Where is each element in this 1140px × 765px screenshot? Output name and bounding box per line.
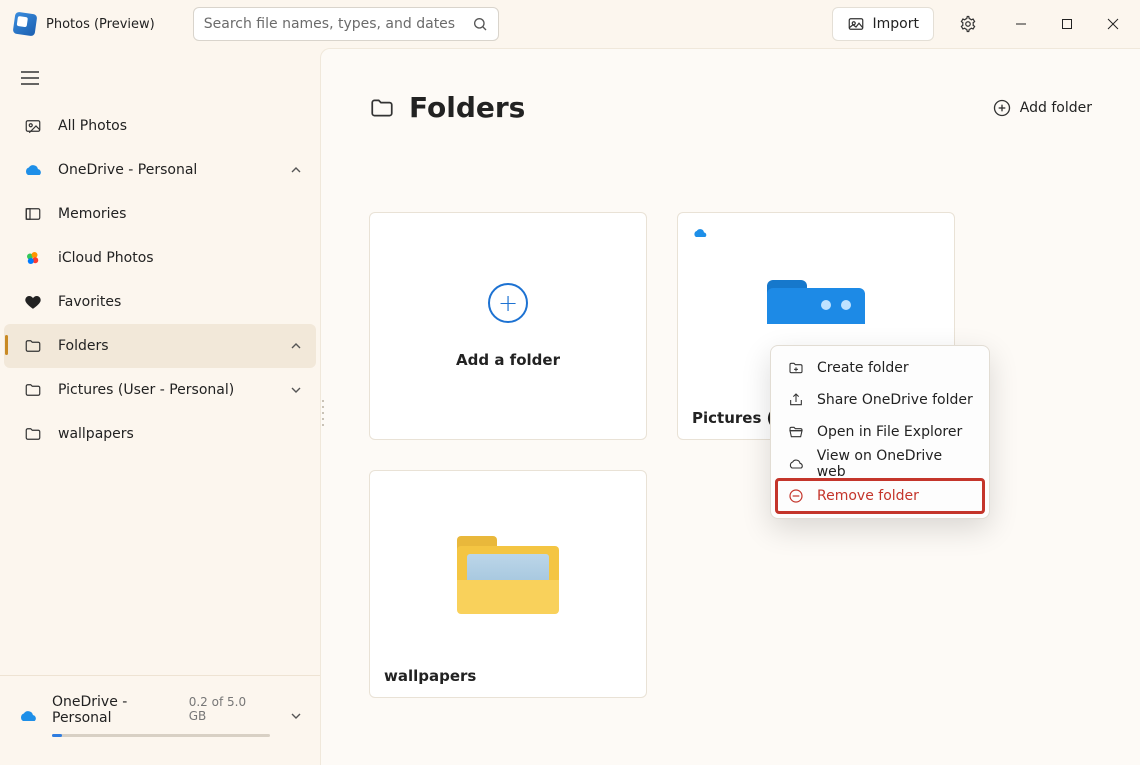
heart-icon (24, 293, 42, 311)
gear-icon (959, 15, 977, 33)
folder-graphic (457, 536, 559, 614)
settings-button[interactable] (948, 7, 988, 41)
photo-icon (24, 117, 42, 135)
close-button[interactable] (1090, 6, 1136, 42)
folder-icon (24, 425, 42, 443)
folder-graphic (767, 280, 865, 354)
minimize-button[interactable] (998, 6, 1044, 42)
hamburger-button[interactable] (10, 58, 50, 98)
ctx-label: Remove folder (817, 488, 919, 504)
folder-card-label: wallpapers (384, 667, 476, 685)
folder-icon (24, 337, 42, 355)
ctx-label: Share OneDrive folder (817, 392, 973, 408)
search-box[interactable] (193, 7, 499, 41)
chevron-down-icon[interactable] (290, 710, 302, 722)
search-icon[interactable] (472, 16, 488, 32)
chevron-up-icon (290, 164, 302, 176)
sidebar-item-pictures[interactable]: Pictures (User - Personal) (4, 368, 316, 412)
ctx-create-folder[interactable]: Create folder (777, 352, 983, 384)
remove-icon (788, 488, 804, 504)
add-folder-button[interactable]: Add folder (992, 98, 1092, 118)
plus-circle-icon: + (488, 283, 528, 323)
storage-usage: 0.2 of 5.0 GB (189, 695, 266, 723)
plus-circle-icon (992, 98, 1012, 118)
sidebar-item-favorites[interactable]: Favorites (4, 280, 316, 324)
sidebar-label: OneDrive - Personal (58, 162, 197, 178)
search-input[interactable] (204, 16, 464, 32)
cloud-icon (788, 456, 804, 472)
sidebar-label: Folders (58, 338, 109, 354)
folder-plus-icon (788, 360, 804, 376)
folder-card-wallpapers[interactable]: wallpapers (369, 470, 647, 698)
sidebar: All Photos OneDrive - Personal Memories … (0, 48, 320, 765)
sidebar-item-all-photos[interactable]: All Photos (4, 104, 316, 148)
sidebar-item-wallpapers[interactable]: wallpapers (4, 412, 316, 456)
onedrive-icon (18, 709, 38, 723)
ctx-view-web[interactable]: View on OneDrive web (777, 448, 983, 480)
sidebar-label: Favorites (58, 294, 121, 310)
hamburger-icon (21, 71, 39, 85)
storage-progress (52, 734, 270, 737)
onedrive-icon (692, 227, 708, 239)
titlebar: Photos (Preview) Import (0, 0, 1140, 48)
icloud-icon (24, 249, 42, 267)
ctx-share-folder[interactable]: Share OneDrive folder (777, 384, 983, 416)
ctx-remove-folder[interactable]: Remove folder (777, 480, 983, 512)
sidebar-label: Memories (58, 206, 126, 222)
folder-icon (24, 381, 42, 399)
ctx-open-explorer[interactable]: Open in File Explorer (777, 416, 983, 448)
app-title: Photos (Preview) (46, 17, 155, 32)
sidebar-label: wallpapers (58, 426, 134, 442)
sidebar-item-onedrive[interactable]: OneDrive - Personal (4, 148, 316, 192)
sidebar-item-icloud[interactable]: iCloud Photos (4, 236, 316, 280)
import-label: Import (873, 16, 919, 32)
share-icon (788, 392, 804, 408)
maximize-button[interactable] (1044, 6, 1090, 42)
page-title: Folders (409, 91, 525, 124)
memories-icon (24, 205, 42, 223)
add-folder-label: Add folder (1020, 100, 1092, 116)
storage-footer[interactable]: OneDrive - Personal 0.2 of 5.0 GB (0, 675, 320, 765)
import-icon (847, 15, 865, 33)
import-button[interactable]: Import (832, 7, 934, 41)
sidebar-item-folders[interactable]: Folders (4, 324, 316, 368)
sidebar-label: iCloud Photos (58, 250, 154, 266)
folder-icon (369, 95, 395, 121)
onedrive-icon (23, 163, 43, 177)
sidebar-label: Pictures (User - Personal) (58, 382, 234, 398)
ctx-label: View on OneDrive web (817, 448, 973, 480)
context-menu: Create folder Share OneDrive folder Open… (770, 345, 990, 519)
storage-account: OneDrive - Personal (52, 694, 189, 726)
sidebar-label: All Photos (58, 118, 127, 134)
add-folder-card[interactable]: + Add a folder (369, 212, 647, 440)
folder-open-icon (788, 424, 804, 440)
window-controls (998, 6, 1136, 42)
sidebar-item-memories[interactable]: Memories (4, 192, 316, 236)
add-folder-card-label: Add a folder (456, 351, 560, 369)
main-content: Folders Add folder + Add a folder Pictur… (320, 48, 1140, 765)
app-logo (13, 12, 38, 37)
ctx-label: Open in File Explorer (817, 424, 962, 440)
ctx-label: Create folder (817, 360, 909, 376)
chevron-down-icon (290, 384, 302, 396)
chevron-up-icon (290, 340, 302, 352)
